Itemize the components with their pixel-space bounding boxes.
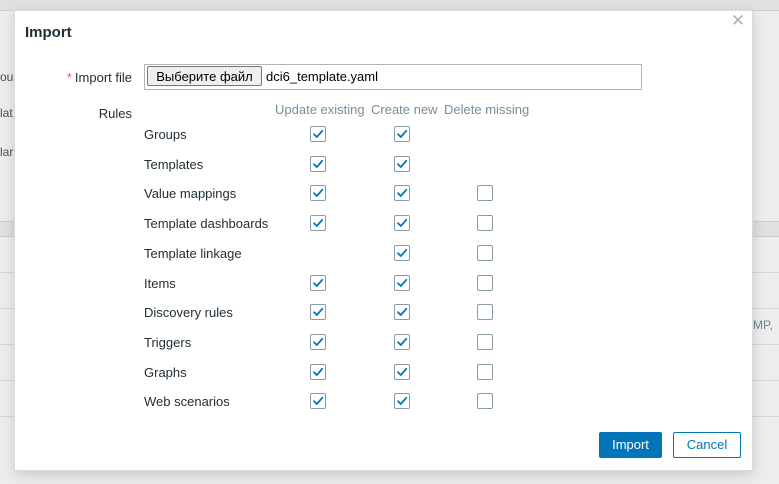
checkmark-icon bbox=[313, 396, 324, 405]
rule-label-graphs: Graphs bbox=[144, 365, 187, 380]
delete-checkbox-template-dashboards[interactable] bbox=[477, 215, 493, 231]
update-checkbox-web-scenarios[interactable] bbox=[310, 393, 326, 409]
create-checkbox-groups[interactable] bbox=[394, 126, 410, 142]
update-checkbox-template-dashboards[interactable] bbox=[310, 215, 326, 231]
create-checkbox-discovery-rules[interactable] bbox=[394, 304, 410, 320]
create-checkbox-templates[interactable] bbox=[394, 156, 410, 172]
update-checkbox-graphs[interactable] bbox=[310, 364, 326, 380]
checkmark-icon bbox=[397, 159, 408, 168]
checkmark-icon bbox=[397, 129, 408, 138]
rule-label-triggers: Triggers bbox=[144, 335, 192, 350]
import-dialog: Import ✕ * Import file Выберите файл dci6… bbox=[14, 10, 753, 471]
rule-label-value-mappings: Value mappings bbox=[144, 186, 237, 201]
rule-label-discovery-rules: Discovery rules bbox=[144, 305, 233, 320]
checkmark-icon bbox=[397, 248, 408, 257]
create-checkbox-triggers[interactable] bbox=[394, 334, 410, 350]
dialog-title: Import bbox=[25, 24, 72, 41]
delete-checkbox-discovery-rules[interactable] bbox=[477, 304, 493, 320]
import-file-input[interactable]: Выберите файл dci6_template.yaml bbox=[144, 64, 642, 90]
required-mark: * bbox=[66, 70, 72, 85]
update-checkbox-items[interactable] bbox=[310, 275, 326, 291]
column-header-update-existing: Update existing bbox=[275, 102, 365, 117]
selected-file-name: dci6_template.yaml bbox=[266, 69, 378, 84]
update-checkbox-value-mappings[interactable] bbox=[310, 185, 326, 201]
create-checkbox-template-linkage[interactable] bbox=[394, 245, 410, 261]
checkmark-icon bbox=[397, 307, 408, 316]
create-checkbox-template-dashboards[interactable] bbox=[394, 215, 410, 231]
checkmark-icon bbox=[397, 367, 408, 376]
rule-label-web-scenarios: Web scenarios bbox=[144, 394, 230, 409]
create-checkbox-graphs[interactable] bbox=[394, 364, 410, 380]
checkmark-icon bbox=[313, 159, 324, 168]
create-checkbox-value-mappings[interactable] bbox=[394, 185, 410, 201]
rules-label: Rules bbox=[98, 106, 132, 121]
rule-label-groups: Groups bbox=[144, 127, 187, 142]
checkmark-icon bbox=[313, 188, 324, 197]
delete-checkbox-web-scenarios[interactable] bbox=[477, 393, 493, 409]
update-checkbox-discovery-rules[interactable] bbox=[310, 304, 326, 320]
delete-checkbox-template-linkage[interactable] bbox=[477, 245, 493, 261]
update-checkbox-groups[interactable] bbox=[310, 126, 326, 142]
checkmark-icon bbox=[397, 337, 408, 346]
checkmark-icon bbox=[313, 129, 324, 138]
rule-label-templates: Templates bbox=[144, 157, 204, 172]
cancel-button[interactable]: Cancel bbox=[673, 432, 741, 458]
update-checkbox-triggers[interactable] bbox=[310, 334, 326, 350]
checkmark-icon bbox=[313, 278, 324, 287]
checkmark-icon bbox=[397, 188, 408, 197]
checkmark-icon bbox=[313, 367, 324, 376]
import-button[interactable]: Import bbox=[599, 432, 662, 458]
checkmark-icon bbox=[313, 307, 324, 316]
checkmark-icon bbox=[313, 337, 324, 346]
delete-checkbox-items[interactable] bbox=[477, 275, 493, 291]
rule-label-template-dashboards: Template dashboards bbox=[144, 216, 269, 231]
rule-label-items: Items bbox=[144, 276, 176, 291]
create-checkbox-web-scenarios[interactable] bbox=[394, 393, 410, 409]
create-checkbox-items[interactable] bbox=[394, 275, 410, 291]
checkmark-icon bbox=[397, 278, 408, 287]
delete-checkbox-value-mappings[interactable] bbox=[477, 185, 493, 201]
delete-checkbox-graphs[interactable] bbox=[477, 364, 493, 380]
import-file-label: * Import file bbox=[55, 70, 132, 85]
rule-label-template-linkage: Template linkage bbox=[144, 246, 242, 261]
update-checkbox-templates[interactable] bbox=[310, 156, 326, 172]
checkmark-icon bbox=[397, 396, 408, 405]
column-header-delete-missing: Delete missing bbox=[444, 102, 530, 117]
choose-file-button[interactable]: Выберите файл bbox=[147, 66, 262, 86]
close-icon[interactable]: ✕ bbox=[730, 12, 746, 30]
checkmark-icon bbox=[397, 218, 408, 227]
column-header-create-new: Create new bbox=[371, 102, 438, 117]
checkmark-icon bbox=[313, 218, 324, 227]
import-file-label-text: Import file bbox=[74, 70, 132, 85]
delete-checkbox-triggers[interactable] bbox=[477, 334, 493, 350]
